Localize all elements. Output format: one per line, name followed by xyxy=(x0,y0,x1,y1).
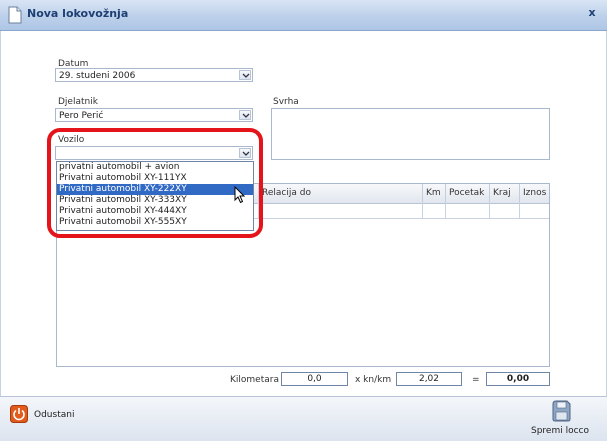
vozilo-dropdown-list[interactable]: privatni automobil + avion Privatni auto… xyxy=(56,161,254,231)
list-item[interactable]: privatni automobil + avion xyxy=(57,162,253,173)
bottom-toolbar xyxy=(0,396,607,441)
list-item-selected[interactable]: Privatni automobil XY-222XY xyxy=(57,184,253,195)
svrha-field[interactable] xyxy=(271,108,550,160)
mouse-cursor-icon xyxy=(234,185,246,207)
kilometara-label: Kilometara xyxy=(230,375,279,385)
col-pocetak[interactable]: Pocetak xyxy=(445,184,489,203)
list-item[interactable]: Privatni automobil XY-111YX xyxy=(57,173,253,184)
floppy-disk-icon xyxy=(551,400,571,425)
chevron-down-icon[interactable] xyxy=(239,110,251,120)
cell-km[interactable] xyxy=(422,203,445,218)
save-button-label: Spremi locco xyxy=(530,426,589,436)
rate-label: x kn/km xyxy=(355,375,392,385)
chevron-down-icon[interactable] xyxy=(239,148,251,158)
power-icon xyxy=(10,405,28,426)
djelatnik-label: Djelatnik xyxy=(58,97,98,107)
rate-field[interactable]: 2,02 xyxy=(396,372,462,386)
title-bar: Nova lokovožnja x xyxy=(0,0,607,31)
vozilo-combo[interactable] xyxy=(55,146,253,160)
djelatnik-combo[interactable]: Pero Perić xyxy=(55,108,253,122)
save-button[interactable]: Spremi locco xyxy=(530,400,590,438)
cancel-button-label: Odustani xyxy=(34,410,75,420)
close-button[interactable]: x xyxy=(585,6,599,20)
equals-label: = xyxy=(472,375,480,385)
col-km[interactable]: Km xyxy=(422,184,445,203)
svrha-label: Svrha xyxy=(273,97,299,107)
datum-combo[interactable]: 29. studeni 2006 xyxy=(55,68,253,82)
chevron-down-icon[interactable] xyxy=(239,70,251,80)
col-iznos[interactable]: Iznos xyxy=(519,184,549,203)
total-field: 0,00 xyxy=(486,372,550,386)
list-item[interactable]: Privatni automobil XY-555XY xyxy=(57,217,253,228)
list-item[interactable]: Privatni automobil XY-333XY xyxy=(57,195,253,206)
vozilo-label: Vozilo xyxy=(58,135,85,145)
datum-value: 29. studeni 2006 xyxy=(59,71,136,81)
djelatnik-value: Pero Perić xyxy=(59,111,104,121)
col-relacija-do[interactable]: Relacija do xyxy=(258,184,422,203)
col-kraj[interactable]: Kraj xyxy=(489,184,519,203)
window-title: Nova lokovožnja xyxy=(27,7,129,20)
cell-kraj[interactable] xyxy=(489,203,519,218)
cell-pocetak[interactable] xyxy=(445,203,489,218)
kilometara-field[interactable]: 0,0 xyxy=(281,372,348,386)
cell-iznos[interactable] xyxy=(519,203,549,218)
document-icon xyxy=(6,6,24,24)
list-item[interactable]: Privatni automobil XY-444XY xyxy=(57,206,253,217)
cell-relacija-do[interactable] xyxy=(258,203,422,218)
